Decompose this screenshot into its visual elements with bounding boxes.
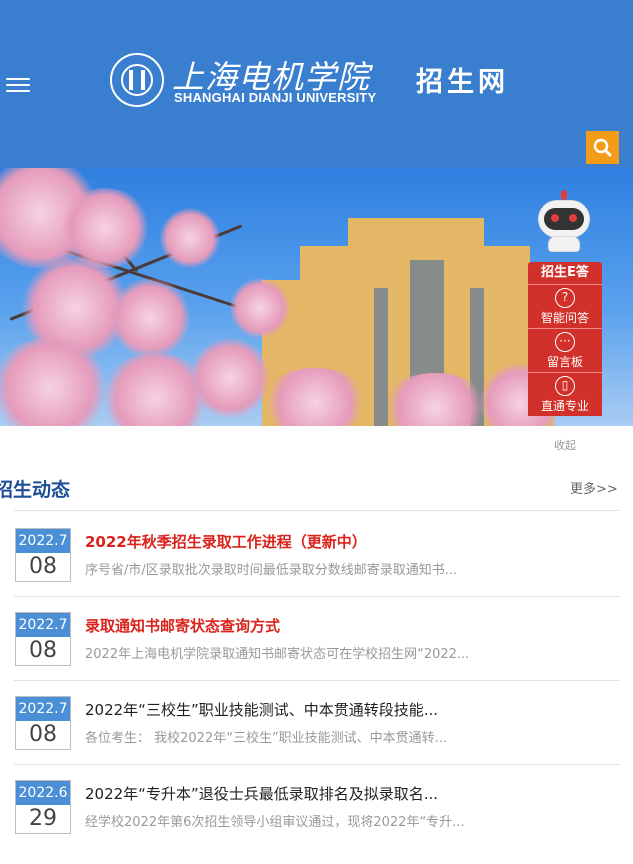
message-icon: ··· [555, 332, 575, 352]
news-item[interactable]: 2022.7 08 录取通知书邮寄状态查询方式 2022年上海电机学院录取通知书… [14, 612, 620, 672]
news-date: 2022.7 08 [15, 696, 71, 750]
news-item[interactable]: 2022.7 08 2022年秋季招生录取工作进程（更新中） 序号省/市/区录取… [14, 528, 620, 588]
more-link[interactable]: 更多>> [570, 478, 618, 497]
news-title[interactable]: 2022年“专升本”退役士兵最低录取排名及拟录取名... [85, 783, 438, 804]
book-icon: ▯ [555, 376, 575, 396]
search-icon [593, 138, 612, 157]
message-board-button[interactable]: ··· 留言板 [528, 328, 602, 372]
major-direct-button[interactable]: ▯ 直通专业 [528, 372, 602, 416]
logo-english-name[interactable]: SHANGHAI DIANJI UNIVERSITY [174, 90, 376, 105]
search-button[interactable] [586, 131, 619, 164]
divider [14, 680, 620, 681]
news-date-month: 2022.7 [16, 613, 70, 637]
message-board-label: 留言板 [546, 355, 583, 369]
divider [14, 510, 620, 511]
major-direct-label: 直通专业 [540, 399, 589, 413]
widget-title: 招生E答 [528, 262, 602, 284]
news-date-month: 2022.7 [16, 697, 70, 721]
smart-qa-button[interactable]: ? 智能问答 [528, 284, 602, 328]
news-date-day: 29 [29, 806, 57, 831]
divider [14, 596, 620, 597]
news-date: 2022.6 29 [15, 780, 71, 834]
news-item[interactable]: 2022.7 08 2022年“三校生”职业技能测试、中本贯通转段技能... 各… [14, 696, 620, 756]
university-seal-logo[interactable] [110, 53, 164, 107]
site-header: 上海电机学院 SHANGHAI DIANJI UNIVERSITY 招生网 [0, 0, 633, 168]
news-summary: 经学校2022年第6次招生领导小组审议通过，现将2022年“专升... [85, 815, 465, 830]
section-title: 招生动态 [0, 479, 71, 501]
admission-qa-widget: 招生E答 ? 智能问答 ··· 留言板 ▯ 直通专业 [528, 262, 602, 416]
news-title[interactable]: 2022年“三校生”职业技能测试、中本贯通转段技能... [85, 699, 438, 720]
news-date-month: 2022.7 [16, 529, 70, 553]
news-date-day: 08 [29, 554, 57, 579]
news-item[interactable]: 2022.6 29 2022年“专升本”退役士兵最低录取排名及拟录取名... 经… [14, 780, 620, 840]
news-title[interactable]: 2022年秋季招生录取工作进程（更新中） [85, 531, 367, 552]
smart-qa-label: 智能问答 [540, 311, 589, 325]
news-title[interactable]: 录取通知书邮寄状态查询方式 [85, 615, 280, 636]
divider [14, 764, 620, 765]
site-title: 招生网 [416, 67, 509, 98]
hamburger-menu-icon[interactable] [6, 74, 30, 94]
question-icon: ? [555, 288, 575, 308]
news-summary: 序号省/市/区录取批次录取时间最低录取分数线邮寄录取通知书... [85, 563, 458, 578]
news-date: 2022.7 08 [15, 612, 71, 666]
news-summary: 2022年上海电机学院录取通知书邮寄状态可在学校招生网“2022... [85, 647, 470, 662]
news-date-month: 2022.6 [16, 781, 70, 805]
news-date: 2022.7 08 [15, 528, 71, 582]
collapse-widget-button[interactable]: 收起 [554, 437, 576, 453]
robot-mascot-icon[interactable] [534, 190, 594, 252]
news-summary: 各位考生： 我校2022年“三校生”职业技能测试、中本贯通转... [85, 731, 448, 746]
news-date-day: 08 [29, 638, 57, 663]
news-date-day: 08 [29, 722, 57, 747]
